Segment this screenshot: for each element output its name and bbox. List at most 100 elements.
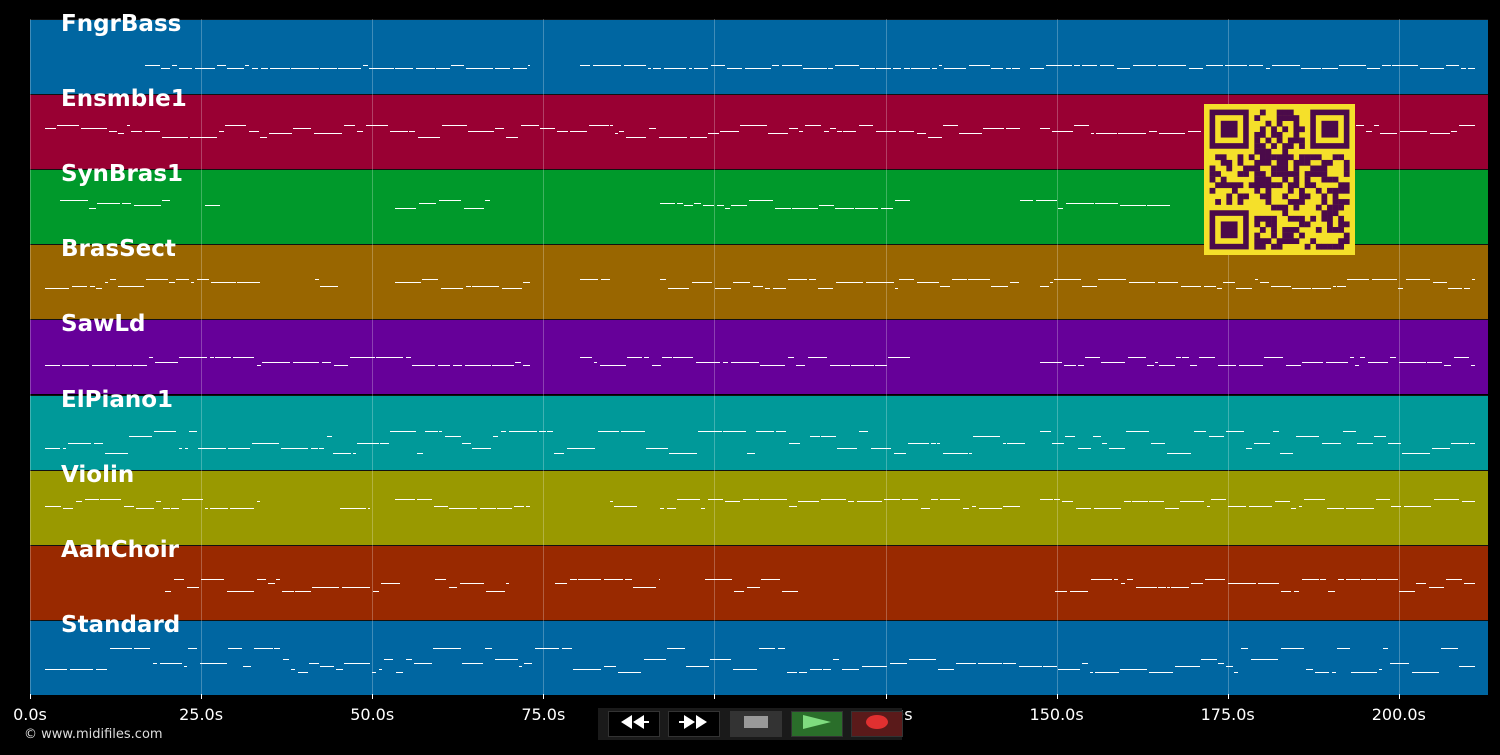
track-elpiano1[interactable]: ElPiano1 xyxy=(30,387,1488,470)
note xyxy=(1101,362,1125,363)
note xyxy=(509,431,537,432)
note xyxy=(176,279,189,280)
note xyxy=(257,365,261,366)
note xyxy=(969,65,990,66)
note xyxy=(439,431,442,432)
note xyxy=(320,68,337,69)
note xyxy=(1226,431,1244,432)
note xyxy=(160,663,182,664)
note xyxy=(1133,65,1156,66)
note xyxy=(1003,506,1020,507)
note xyxy=(1312,288,1331,289)
note xyxy=(485,648,492,649)
note xyxy=(1121,583,1125,584)
axis-tick-label: 75.0s xyxy=(521,705,566,724)
note xyxy=(315,279,319,280)
note xyxy=(824,131,829,132)
note xyxy=(189,431,197,432)
note xyxy=(940,499,960,500)
note xyxy=(805,125,821,126)
note xyxy=(720,131,739,132)
rewind-button[interactable] xyxy=(608,711,660,737)
track-brassect[interactable]: BrasSect xyxy=(30,236,1488,319)
note xyxy=(1304,499,1325,500)
note xyxy=(1281,591,1291,592)
note xyxy=(1007,443,1025,444)
note xyxy=(725,501,740,502)
note xyxy=(859,125,873,126)
note xyxy=(134,205,161,206)
note xyxy=(1286,365,1301,366)
note xyxy=(772,65,779,66)
note xyxy=(1149,501,1164,502)
note xyxy=(610,125,613,126)
note xyxy=(959,133,982,134)
note xyxy=(1182,357,1189,358)
track-standard[interactable]: Standard xyxy=(30,612,1488,695)
note xyxy=(261,68,268,69)
axis-tick xyxy=(201,694,203,699)
track-sawld[interactable]: SawLd xyxy=(30,311,1488,394)
note xyxy=(888,357,910,358)
track-aahchoir[interactable]: AahChoir xyxy=(30,537,1488,620)
note xyxy=(673,357,693,358)
note xyxy=(1464,288,1470,289)
note xyxy=(1100,65,1114,66)
note xyxy=(327,436,332,437)
note xyxy=(249,131,259,132)
note xyxy=(667,508,676,509)
note xyxy=(396,672,403,673)
note xyxy=(819,205,834,206)
note xyxy=(96,669,107,670)
note xyxy=(156,501,161,502)
stop-button[interactable] xyxy=(730,711,782,737)
track-notes xyxy=(30,396,1488,468)
track-violin[interactable]: Violin xyxy=(30,462,1488,545)
fast-forward-button[interactable] xyxy=(668,711,720,737)
note xyxy=(198,448,226,449)
note xyxy=(1091,579,1112,580)
track-name: BrasSect xyxy=(61,236,176,262)
note xyxy=(828,68,833,69)
note xyxy=(1361,579,1376,580)
note xyxy=(909,659,936,660)
note xyxy=(406,357,411,358)
note xyxy=(526,506,530,507)
qr-code xyxy=(1204,104,1355,255)
note xyxy=(1128,357,1146,358)
note xyxy=(425,431,438,432)
note xyxy=(418,137,440,138)
note xyxy=(792,208,818,209)
record-button[interactable] xyxy=(851,711,903,737)
note xyxy=(619,131,624,132)
note xyxy=(554,453,564,454)
note xyxy=(295,591,311,592)
note xyxy=(1315,672,1329,673)
note xyxy=(179,357,207,358)
axis-tick xyxy=(30,694,31,699)
note xyxy=(1236,288,1252,289)
note xyxy=(515,362,521,363)
note xyxy=(1095,203,1118,204)
note xyxy=(187,587,199,588)
note xyxy=(725,208,730,209)
note xyxy=(195,68,215,69)
play-button[interactable] xyxy=(791,711,843,737)
note xyxy=(830,128,836,129)
note xyxy=(169,282,175,283)
note xyxy=(254,648,273,649)
note xyxy=(778,648,785,649)
note xyxy=(298,672,308,673)
note xyxy=(1246,448,1252,449)
note xyxy=(281,448,308,449)
note xyxy=(124,506,134,507)
note xyxy=(283,659,289,660)
note xyxy=(789,443,800,444)
note xyxy=(1040,431,1051,432)
note xyxy=(110,648,132,649)
note xyxy=(336,669,343,670)
note xyxy=(717,205,724,206)
track-fngrbass[interactable]: FngrBass xyxy=(30,11,1488,94)
note xyxy=(860,68,875,69)
note xyxy=(1322,68,1338,69)
